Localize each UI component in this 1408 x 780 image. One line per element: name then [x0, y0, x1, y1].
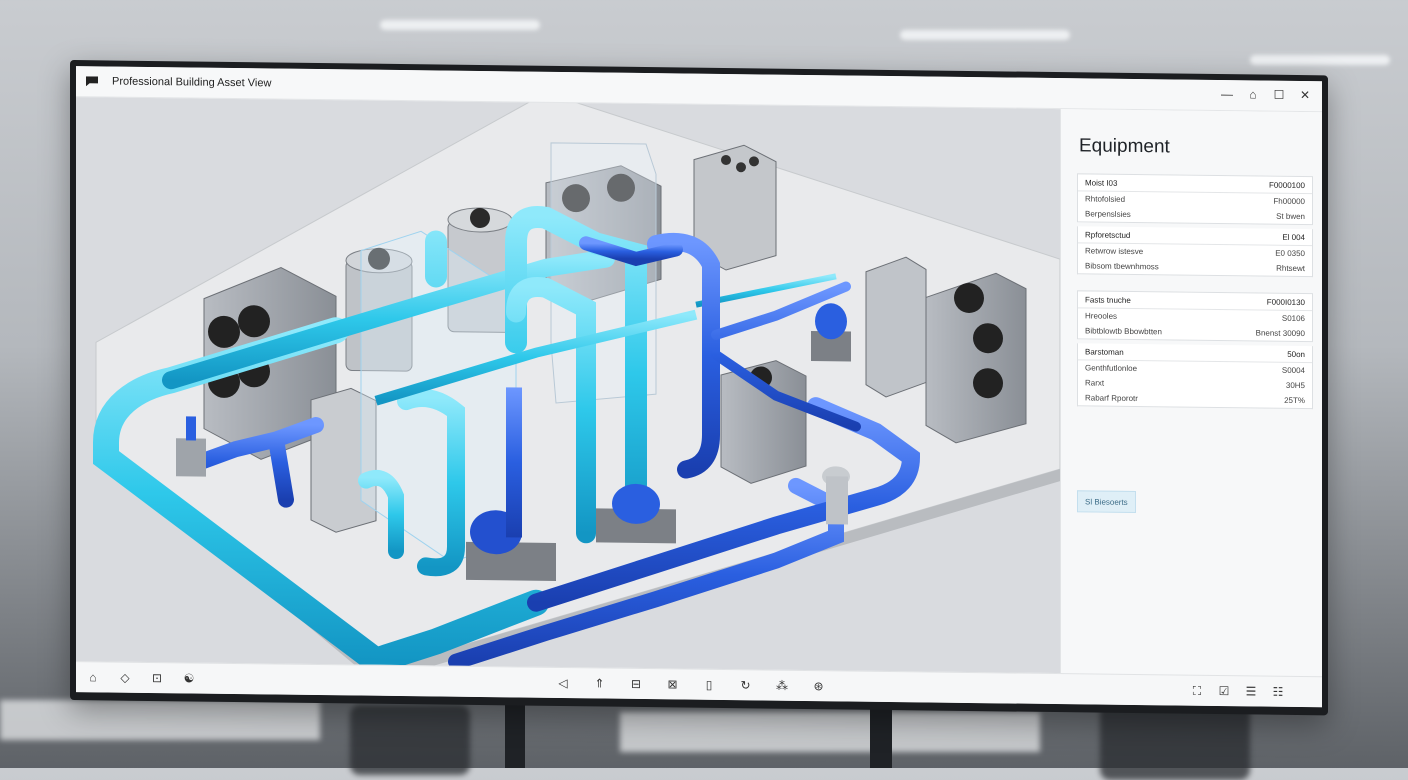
equipment-table: Barstoman 50on Genthfutlonloe S0004 Rarxt 30H…: [1077, 343, 1313, 410]
row-value: Bnenst 30090: [1255, 328, 1305, 339]
row-label: Moist I03: [1085, 177, 1118, 188]
app-logo-icon: [86, 76, 98, 86]
row-value: E0 0350: [1275, 248, 1305, 259]
home-tool-icon[interactable]: ⌂: [84, 668, 102, 686]
row-value: 30H5: [1285, 380, 1305, 391]
layers-tool-icon[interactable]: ⁂: [773, 677, 791, 695]
equipment-table: Fasts tnuche F000I0130 Hreooles S0106 Bibtbl…: [1077, 290, 1313, 343]
row-value: Fh00000: [1273, 196, 1305, 207]
equipment-table: Rpforetsctud El 004 Retwrow istesve E0 0350…: [1077, 226, 1313, 278]
3d-viewport[interactable]: [76, 97, 1060, 675]
chiller-right: [925, 272, 1027, 444]
fit-view-icon[interactable]: ⛶: [1188, 682, 1206, 700]
clipboard-tool-icon[interactable]: ▯: [700, 676, 718, 694]
app-window: Professional Building Asset View — ⌂ ☐ ✕: [76, 66, 1322, 708]
table-row[interactable]: Bibtblowtb Bbowbtten Bnenst 30090: [1078, 323, 1312, 341]
row-label: Fasts tnuche: [1085, 294, 1131, 305]
row-value: S0106: [1281, 313, 1305, 324]
row-value: Rhtsewt: [1276, 263, 1305, 274]
row-value: 25T%: [1284, 395, 1305, 406]
settings-button[interactable]: ⌂: [1244, 85, 1262, 103]
fan-coil-unit: [720, 360, 807, 484]
row-label: Rhtofolsied: [1085, 194, 1126, 204]
row-label: Genthfutlonloe: [1085, 363, 1138, 374]
equipment-table: Moist I03 F0000100 Rhtofolsied Fh00000 Berpe…: [1077, 173, 1313, 226]
row-label: Bibtblowtb Bbowbtten: [1085, 326, 1162, 337]
row-label: Retwrow istesve: [1085, 246, 1144, 257]
window-controls: — ⌂ ☐ ✕: [1218, 85, 1314, 104]
minimize-button[interactable]: —: [1218, 85, 1236, 103]
list-icon[interactable]: ☷: [1269, 683, 1287, 701]
strainer: [822, 466, 850, 525]
edit-icon[interactable]: ☑: [1215, 682, 1233, 700]
properties-icon[interactable]: ☰: [1242, 682, 1260, 700]
row-label: Rpforetsctud: [1085, 229, 1131, 240]
pan-tool-icon[interactable]: ⇑: [591, 674, 609, 692]
row-label: Hreooles: [1085, 311, 1118, 321]
row-value: St bwen: [1276, 211, 1305, 222]
navigate-tool-icon[interactable]: ◇: [116, 669, 134, 687]
close-button[interactable]: ✕: [1296, 86, 1314, 104]
panel-title: Equipment: [1079, 135, 1170, 158]
orbit-tool-icon[interactable]: ☯: [180, 669, 198, 687]
row-label: Bibsom tbewnhmoss: [1085, 261, 1159, 272]
panel-action-button[interactable]: Sl Biesoerts: [1077, 490, 1136, 514]
row-label: Rabarf Rporotr: [1085, 393, 1138, 404]
row-label: Berpenslsies: [1085, 209, 1131, 219]
equipment-panel: Equipment Moist I03 F0000100 Rhtofolsied Fh…: [1060, 109, 1322, 678]
row-label: Barstoman: [1085, 346, 1124, 357]
measure-tool-icon[interactable]: ⊛: [810, 677, 828, 695]
hvac-model-render: [93, 97, 1060, 675]
zoom-tool-icon[interactable]: ⊠: [664, 675, 682, 693]
maximize-button[interactable]: ☐: [1270, 86, 1288, 104]
row-value: El 004: [1282, 232, 1305, 242]
section-tool-icon[interactable]: ⊟: [627, 675, 645, 693]
rotate-tool-icon[interactable]: ↻: [737, 676, 755, 694]
table-row[interactable]: Berpenslsies St bwen: [1078, 206, 1312, 224]
row-label: Rarxt: [1085, 378, 1105, 388]
table-row[interactable]: Bibsom tbewnhmoss Rhtsewt: [1078, 258, 1312, 276]
row-value: S0004: [1281, 365, 1305, 376]
monitor: Professional Building Asset View — ⌂ ☐ ✕: [70, 60, 1328, 716]
row-value: F000I0130: [1266, 297, 1305, 307]
row-value: F0000100: [1268, 180, 1305, 190]
window-title: Professional Building Asset View: [112, 75, 272, 90]
table-row[interactable]: Rabarf Rporotr 25T%: [1078, 390, 1312, 408]
heat-exchanger: [865, 256, 927, 398]
frame-tool-icon[interactable]: ⊡: [148, 669, 166, 687]
row-value: 50on: [1287, 349, 1305, 359]
select-tool-icon[interactable]: ◁: [554, 674, 572, 692]
